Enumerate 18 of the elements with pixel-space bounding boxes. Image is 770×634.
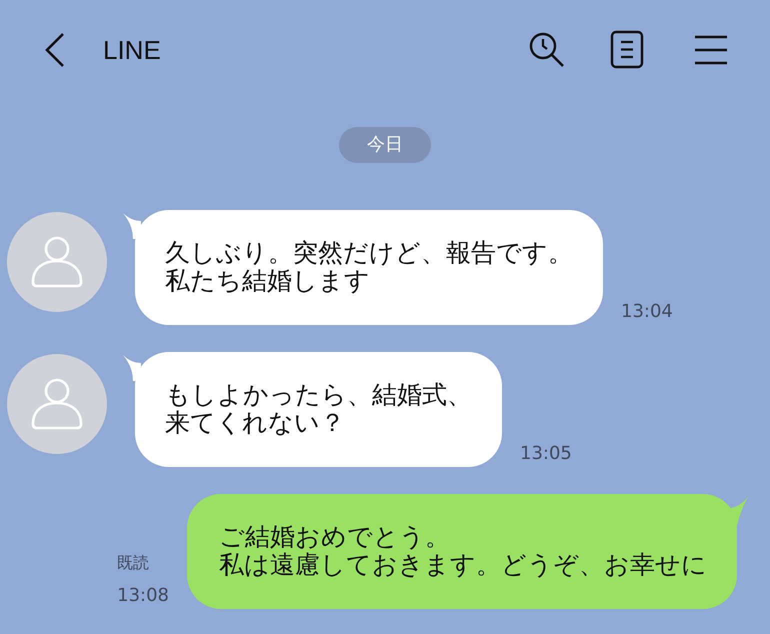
message-time: 13:08 xyxy=(117,585,169,607)
read-receipt: 既読 xyxy=(117,553,150,573)
message-text: もしよかったら、結婚式、 xyxy=(165,381,472,409)
menu-icon[interactable] xyxy=(694,34,728,66)
message-text: 来てくれない？ xyxy=(165,409,346,437)
document-icon[interactable] xyxy=(610,30,644,70)
message-text: 私は遠慮しておきます。どうぞ、お幸せに xyxy=(219,551,707,579)
message-text: 私たち結婚します xyxy=(165,267,371,295)
avatar-icon xyxy=(7,354,107,454)
message-text: ご結婚おめでとう。 xyxy=(219,523,451,551)
back-icon[interactable] xyxy=(44,32,66,68)
date-label: 今日 xyxy=(339,127,431,163)
search-icon[interactable] xyxy=(528,31,566,69)
avatar-icon xyxy=(7,212,107,312)
message-time: 13:05 xyxy=(520,443,572,465)
message-time: 13:04 xyxy=(621,301,673,323)
chat-title: LINE xyxy=(103,34,161,66)
message-text: 久しぶり。突然だけど、報告です。 xyxy=(165,239,573,267)
